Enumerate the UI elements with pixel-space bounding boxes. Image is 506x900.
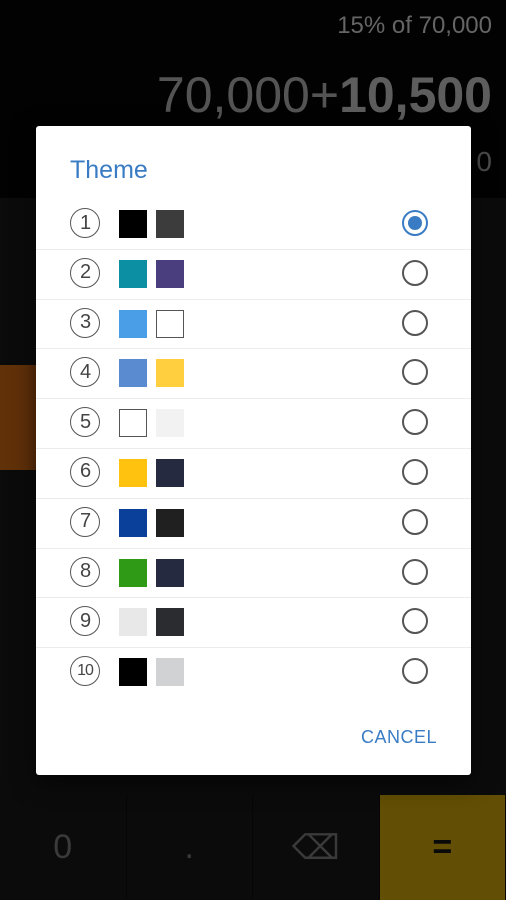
- theme-option-9[interactable]: 9: [36, 598, 471, 649]
- theme-swatch-primary: [119, 359, 147, 388]
- radio-unselected-icon[interactable]: [402, 458, 428, 485]
- dialog-title: Theme: [70, 156, 148, 184]
- radio-unselected-icon[interactable]: [402, 508, 428, 535]
- theme-number-badge: 3: [70, 307, 100, 338]
- theme-swatch-secondary: [156, 210, 184, 238]
- radio-unselected-icon[interactable]: [402, 658, 428, 685]
- radio-unselected-icon[interactable]: [402, 558, 428, 585]
- theme-swatch-primary: [119, 259, 147, 288]
- theme-swatch-secondary: [156, 359, 184, 388]
- cancel-button[interactable]: CANCEL: [361, 727, 437, 748]
- theme-number-badge: 9: [70, 606, 100, 637]
- radio-selected-icon[interactable]: [402, 210, 428, 236]
- radio-unselected-icon[interactable]: [402, 259, 428, 286]
- theme-swatch-secondary: [156, 608, 184, 637]
- theme-swatch-secondary: [156, 658, 184, 687]
- theme-swatch-secondary: [156, 458, 184, 487]
- radio-unselected-icon[interactable]: [402, 309, 428, 336]
- theme-number-badge: 1: [70, 208, 100, 238]
- radio-unselected-icon[interactable]: [402, 409, 428, 436]
- theme-swatch-secondary: [156, 508, 184, 537]
- theme-option-4[interactable]: 4: [36, 349, 471, 400]
- theme-option-1[interactable]: 1: [36, 200, 471, 250]
- theme-number-badge: 5: [70, 407, 100, 438]
- theme-swatch-primary: [119, 309, 147, 338]
- theme-swatch-secondary: [156, 409, 184, 438]
- theme-number-badge: 8: [70, 556, 100, 587]
- radio-unselected-icon[interactable]: [402, 359, 428, 386]
- theme-swatch-secondary: [156, 558, 184, 587]
- theme-swatch-primary: [119, 558, 147, 587]
- theme-option-8[interactable]: 8: [36, 549, 471, 599]
- theme-option-3[interactable]: 3: [36, 300, 471, 350]
- theme-swatch-primary: [119, 210, 147, 238]
- theme-number-badge: 10: [70, 656, 100, 687]
- radio-unselected-icon[interactable]: [402, 608, 428, 635]
- theme-option-2[interactable]: 2: [36, 250, 471, 300]
- theme-swatch-secondary: [156, 309, 184, 338]
- theme-number-badge: 2: [70, 257, 100, 288]
- theme-swatch-primary: [119, 658, 147, 687]
- theme-number-badge: 7: [70, 506, 100, 537]
- radio-dot: [408, 216, 422, 230]
- theme-dialog: Theme 1 2 3 4 5 6 7 8 9 10 CANCEL: [36, 126, 471, 775]
- theme-option-6[interactable]: 6: [36, 449, 471, 499]
- theme-swatch-primary: [119, 508, 147, 537]
- theme-list: 1 2 3 4 5 6 7 8 9 10: [36, 200, 471, 698]
- theme-option-5[interactable]: 5: [36, 399, 471, 449]
- theme-swatch-primary: [119, 458, 147, 487]
- theme-option-7[interactable]: 7: [36, 499, 471, 549]
- theme-swatch-primary: [119, 608, 147, 637]
- theme-swatch-primary: [119, 409, 147, 438]
- theme-swatch-secondary: [156, 259, 184, 288]
- theme-number-badge: 6: [70, 456, 100, 487]
- theme-option-10[interactable]: 10: [36, 648, 471, 698]
- theme-number-badge: 4: [70, 357, 100, 388]
